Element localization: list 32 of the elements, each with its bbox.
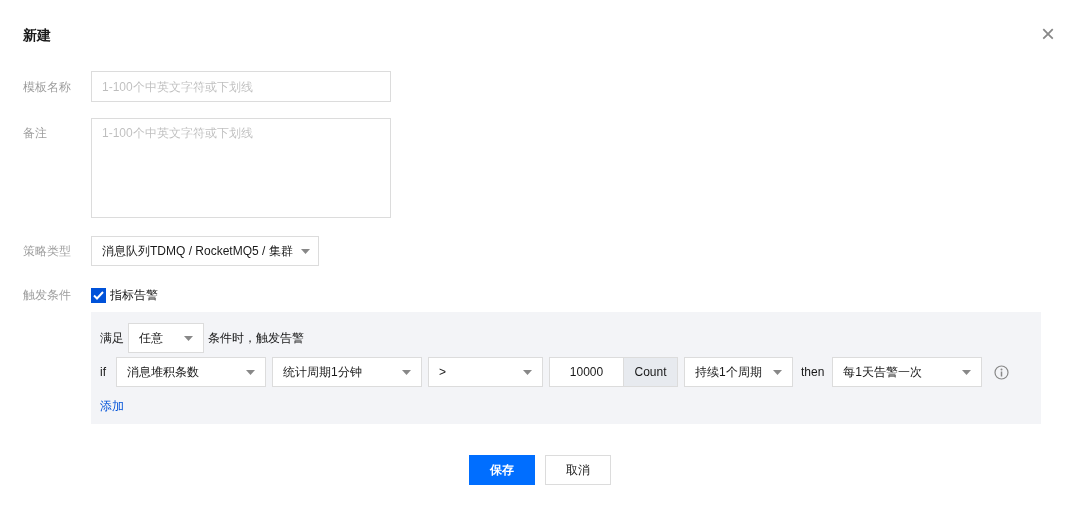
frequency-select[interactable]: 每1天告警一次 (832, 357, 983, 387)
field-label: 触发条件 (23, 287, 72, 304)
field-label: 策略类型 (23, 243, 72, 260)
field-label: 模板名称 (23, 78, 72, 96)
threshold-field[interactable]: 10000 (549, 357, 624, 387)
info-icon[interactable] (994, 364, 1010, 380)
field-label: 备注 (23, 125, 48, 142)
caret-icon (300, 248, 310, 254)
match-select[interactable]: 任意 (128, 323, 204, 353)
caret-icon (773, 369, 782, 375)
caret-icon (246, 369, 255, 375)
checkbox-label: 指标告警 (110, 287, 158, 304)
close-button[interactable]: × (1041, 21, 1055, 46)
unit-addon: Count (624, 357, 678, 387)
caret-icon (402, 369, 411, 375)
condition-text: 条件时，触发告警 (208, 330, 304, 347)
metric-select[interactable]: 消息堆积条数 (116, 357, 266, 387)
caret-icon (184, 335, 193, 341)
duration-select[interactable]: 持续1个周期 (684, 357, 793, 387)
dialog-title: 新建 (23, 26, 51, 45)
caret-icon (523, 369, 532, 375)
operator-select[interactable]: > (428, 357, 543, 387)
then-keyword: then (801, 364, 825, 381)
caret-icon (962, 369, 972, 375)
add-link[interactable]: 添加 (100, 397, 124, 415)
policy-select[interactable]: 消息队列TDMQ / RocketMQ5 / 集群 (91, 236, 319, 266)
condition-text: 满足 (100, 330, 124, 347)
if-keyword: if (100, 364, 106, 381)
cancel-button[interactable]: 取消 (545, 455, 611, 485)
period-select[interactable]: 统计周期1分钟 (272, 357, 422, 387)
checkbox[interactable] (91, 287, 106, 303)
save-button[interactable]: 保存 (469, 455, 535, 485)
